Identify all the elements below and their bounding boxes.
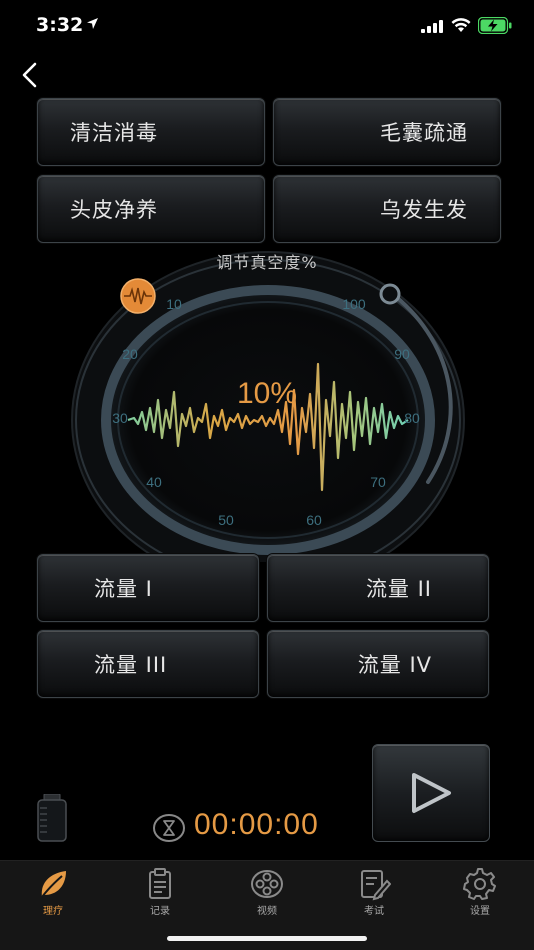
dial-tick-label: 90 [394, 346, 410, 362]
tab-label: 考试 [364, 906, 384, 917]
tab-label: 设置 [470, 906, 490, 917]
flow-button-label: 流量 II [365, 577, 432, 601]
clipboard-icon [149, 868, 171, 899]
flow-button-1[interactable]: 流量 I [37, 554, 259, 622]
location-arrow-icon [87, 18, 98, 29]
flow-button-2[interactable]: 流量 II [267, 554, 489, 622]
dial-tick-label: 50 [218, 512, 234, 528]
flow-button-label: 流量 I [94, 577, 153, 601]
tab-video[interactable]: 视频 [227, 867, 307, 917]
bottle-level-icon [37, 794, 67, 842]
tab-settings[interactable]: 设置 [440, 867, 520, 917]
flow-button-4[interactable]: 流量 IV [267, 630, 489, 698]
tab-records[interactable]: 记录 [120, 867, 200, 917]
flow-button-label: 流量 III [94, 653, 168, 677]
dial-tick-label: 20 [122, 346, 138, 362]
play-button[interactable] [372, 744, 490, 842]
tab-label: 视频 [257, 906, 277, 917]
mode-button-follicle-unclog[interactable]: 毛囊疏通 [273, 98, 501, 166]
dial-tick-label: 10 [166, 296, 182, 312]
film-reel-icon [251, 870, 283, 898]
status-time: 3:32 [36, 14, 84, 36]
mode-button-label: 乌发生发 [380, 198, 468, 222]
play-icon [412, 773, 451, 813]
dial-value: 10% [236, 377, 298, 410]
status-bar: 3:32 [0, 0, 534, 52]
battery-charging-icon [478, 17, 512, 34]
leaf-icon [41, 871, 66, 898]
dial-title: 调节真空度% [216, 253, 318, 272]
tab-exam[interactable]: 考试 [334, 867, 414, 917]
tab-therapy[interactable]: 理疗 [13, 867, 93, 917]
dial-tick-label: 70 [370, 474, 386, 490]
dial-tick-label: 100 [342, 296, 366, 312]
cellular-signal-icon [421, 20, 443, 33]
mode-button-label: 头皮净养 [70, 198, 158, 222]
wifi-icon [451, 18, 471, 32]
dial-knob[interactable] [120, 278, 156, 314]
home-indicator [167, 936, 367, 941]
tab-label: 理疗 [43, 906, 63, 917]
timer-display: 00:00:00 [194, 808, 319, 841]
tab-label: 记录 [150, 906, 170, 917]
dial-tick-label: 60 [306, 512, 322, 528]
mode-button-clean-disinfect[interactable]: 清洁消毒 [37, 98, 265, 166]
exam-pen-icon [361, 870, 391, 901]
gear-icon [463, 868, 496, 900]
hourglass-icon [153, 814, 185, 842]
mode-button-label: 清洁消毒 [70, 121, 158, 145]
flow-button-label: 流量 IV [357, 653, 432, 677]
dial-tick-label: 80 [404, 410, 420, 426]
flow-button-3[interactable]: 流量 III [37, 630, 259, 698]
mode-button-label: 毛囊疏通 [380, 121, 468, 145]
dial-tick-label: 30 [112, 410, 128, 426]
back-chevron-icon[interactable] [16, 60, 46, 90]
dial-tick-label: 40 [146, 474, 162, 490]
